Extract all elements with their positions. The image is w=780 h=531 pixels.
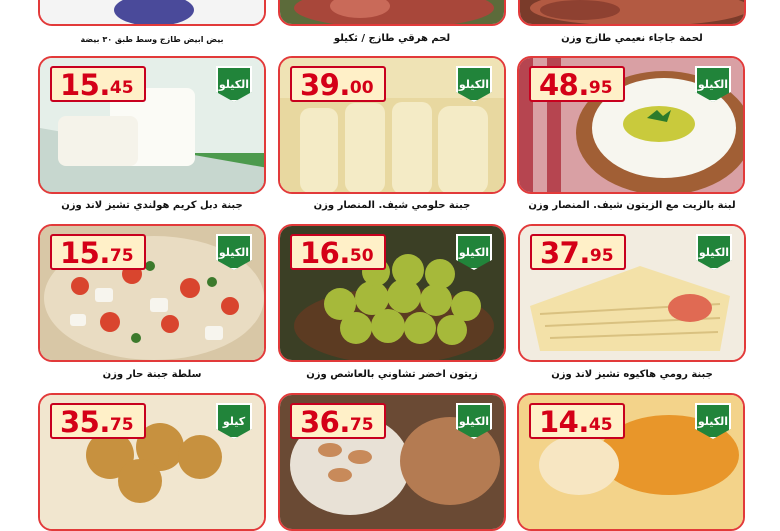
product-card-meat-lamb[interactable] — [518, 0, 746, 26]
price-tag: 15. 75 — [50, 234, 146, 270]
product-card-apricot-jam[interactable]: 14. 45 الكيلو — [517, 393, 745, 531]
product-card-cream-cheese[interactable]: 15. 45 الكيلو — [38, 56, 266, 194]
product-card-meat-beef[interactable] — [278, 0, 506, 26]
product-card-falafel[interactable]: 35. 75 كيلو — [38, 393, 266, 531]
product-card-eggs[interactable] — [38, 0, 266, 26]
product-label-roumi-cheese: جبنة رومي هاكيوه تشيز لاند وزن — [551, 369, 713, 380]
product-card-olives[interactable]: 16. 50 الكيلو — [278, 224, 506, 362]
product-card-halloumi[interactable]: 39. 00 الكيلو — [278, 56, 506, 194]
price-tag: 39. 00 — [290, 66, 386, 102]
price-tag: 16. 50 — [290, 234, 386, 270]
product-card-cheese-salad[interactable]: 15. 75 الكيلو — [38, 224, 266, 362]
product-label-labneh: لبنة بالزيت مع الزيتون شيف. المنصار وزن — [528, 200, 736, 211]
price-tag: 36. 75 — [290, 403, 386, 439]
eggs-image — [40, 0, 264, 24]
price-tag: 15. 45 — [50, 66, 146, 102]
product-label-meat-beef: لحم هرقي طازج / ثكيلو — [333, 33, 451, 44]
product-label-cheese-salad: سلطة جبنة حار وزن — [102, 369, 202, 380]
product-label-olives: زيتون اخضر تشاوني بالعاشص وزن — [306, 369, 478, 380]
price-tag: 35. 75 — [50, 403, 146, 439]
product-label-halloumi: جبنة حلومي شيف. المنصار وزن — [313, 200, 471, 211]
product-label-meat-lamb: لحمة جاجاء نعيمي طازج وزن — [561, 33, 703, 44]
price-tag: 48. 95 — [529, 66, 625, 102]
beef-meat-image — [280, 0, 504, 24]
product-card-roumi-cheese[interactable]: 37. 95 الكيلو — [518, 224, 746, 362]
product-label-eggs: بيض ابيض طازج وسط طبق ٣٠ بيضة — [80, 35, 224, 44]
lamb-meat-image — [520, 0, 744, 24]
product-card-labneh[interactable]: 48. 95 الكيلو — [517, 56, 745, 194]
price-tag: 14. 45 — [529, 403, 625, 439]
product-card-nuts[interactable]: 36. 75 الكيلو — [278, 393, 506, 531]
product-label-cream-cheese: جبنة دبل كريم هولندي تشيز لاند وزن — [61, 200, 243, 211]
price-tag: 37. 95 — [530, 234, 626, 270]
